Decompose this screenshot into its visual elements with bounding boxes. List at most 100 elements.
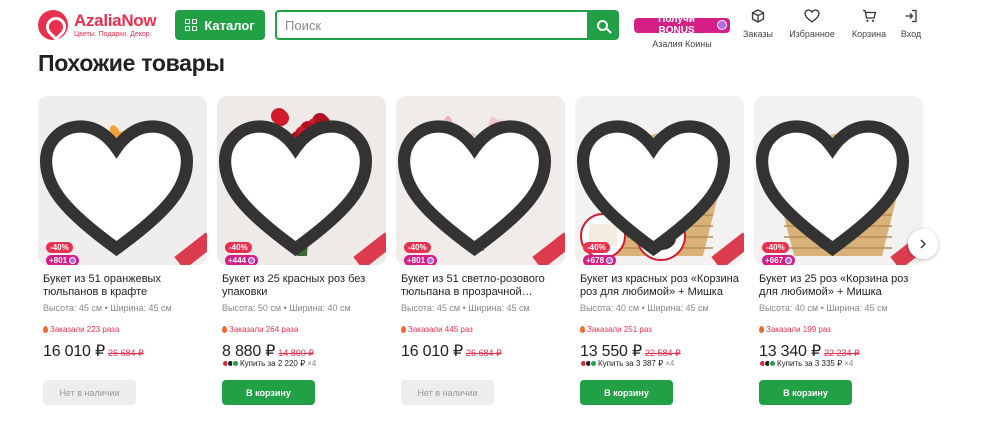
- installment-info[interactable]: Купить за 3 335 ₽ ×4: [759, 359, 853, 368]
- product-dimensions: Высота: 50 см • Ширина: 40 см: [222, 303, 351, 313]
- out-of-stock-button[interactable]: Нет в наличии: [43, 380, 136, 405]
- orders-count: Заказали 264 раза: [222, 325, 298, 334]
- heart-icon[interactable]: [217, 103, 380, 265]
- current-price: 16 010 ₽: [43, 343, 105, 360]
- discount-badge: -40%: [46, 242, 73, 253]
- nav-cart-label: Корзина: [851, 29, 887, 39]
- payment-logos-icon: [580, 360, 597, 367]
- grid-icon: [185, 19, 198, 31]
- bonus-link[interactable]: Получи BONUS Азалия Коины: [634, 9, 730, 49]
- installment-info[interactable]: Купить за 3 387 ₽ ×4: [580, 359, 674, 368]
- product-image-wrap[interactable]: -40% +667: [754, 96, 923, 265]
- current-price: 13 550 ₽: [580, 343, 642, 360]
- bonus-value: +801: [49, 256, 68, 265]
- section-title: Похожие товары: [38, 50, 225, 76]
- bonus-value: +444: [228, 256, 247, 265]
- nav-favorites[interactable]: Избранное: [784, 9, 840, 39]
- nav-orders[interactable]: Заказы: [738, 9, 778, 39]
- add-to-cart-button[interactable]: В корзину: [580, 380, 673, 405]
- carousel-next-button[interactable]: [908, 229, 938, 259]
- product-dimensions: Высота: 40 см • Ширина: 45 см: [580, 303, 709, 313]
- product-image-wrap[interactable]: -40% +444: [217, 96, 386, 265]
- bonus-badge: +801: [46, 255, 80, 265]
- login-icon: [905, 9, 917, 23]
- price-block: 13 550 ₽22 584 ₽: [580, 341, 681, 361]
- add-to-cart-button[interactable]: В корзину: [222, 380, 315, 405]
- coin-icon: [69, 257, 77, 264]
- box-icon: [751, 9, 765, 23]
- logo[interactable]: AzaliaNow Цветы. Подарки. Декор.: [38, 10, 157, 40]
- coin-icon: [717, 20, 727, 30]
- product-title[interactable]: Букет из 51 оранжевых тюльпанов в крафте: [43, 273, 205, 299]
- discount-badge: -40%: [583, 242, 610, 253]
- cart-icon: [862, 9, 876, 22]
- coin-icon: [606, 257, 614, 264]
- coin-icon: [427, 257, 435, 264]
- orders-count: Заказали 445 раз: [401, 325, 473, 334]
- logo-tagline: Цветы. Подарки. Декор.: [74, 31, 152, 38]
- bonus-badge: +667: [762, 255, 796, 265]
- installment-text: Купить за 3 387 ₽: [598, 359, 664, 368]
- orders-count: Заказали 223 раза: [43, 325, 119, 334]
- add-to-cart-button[interactable]: В корзину: [759, 380, 852, 405]
- product-card[interactable]: -40% +444 Букет из 25 красных роз без упак…: [217, 96, 386, 416]
- orders-count: Заказали 251 раз: [580, 325, 652, 334]
- search-button[interactable]: [587, 12, 617, 38]
- payment-logos-icon: [759, 360, 776, 367]
- product-title[interactable]: Букет из красных роз «Корзина роз для лю…: [580, 273, 742, 299]
- nav-favorites-label: Избранное: [789, 29, 835, 39]
- heart-icon[interactable]: [575, 103, 738, 265]
- product-title[interactable]: Букет из 25 роз «Корзина роз для любимой…: [759, 273, 921, 299]
- flame-icon: [401, 326, 406, 333]
- coin-icon: [785, 257, 793, 264]
- discount-badge: -40%: [762, 242, 789, 253]
- price-block: 16 010 ₽26 684 ₽: [401, 341, 502, 361]
- product-card[interactable]: -40% +801 Букет из 51 оранжевых тюльпанов …: [38, 96, 207, 416]
- installment-text: Купить за 2 220 ₽: [240, 359, 306, 368]
- bonus-value: +667: [765, 256, 784, 265]
- search-input[interactable]: [277, 12, 587, 38]
- heart-icon: [804, 9, 820, 23]
- catalog-label: Каталог: [204, 17, 255, 33]
- heart-icon[interactable]: [396, 103, 559, 265]
- price-block: 8 880 ₽14 800 ₽: [222, 341, 314, 361]
- product-image-wrap[interactable]: -40% +801: [396, 96, 565, 265]
- site-header: AzaliaNow Цветы. Подарки. Декор. Каталог…: [0, 0, 1000, 50]
- heart-icon[interactable]: [38, 103, 201, 265]
- chevron-right-icon: [920, 239, 926, 249]
- bonus-badge: +801: [404, 255, 438, 265]
- product-card[interactable]: -40% +678 Букет из красных роз «Корзина ро…: [575, 96, 744, 416]
- search-icon: [596, 19, 608, 31]
- flame-icon: [759, 326, 764, 333]
- heart-icon[interactable]: [754, 103, 917, 265]
- product-dimensions: Высота: 45 см • Ширина: 45 см: [43, 303, 172, 313]
- flame-icon: [43, 326, 48, 333]
- product-title[interactable]: Букет из 51 светло-розового тюльпана в п…: [401, 273, 563, 299]
- nav-login[interactable]: Вход: [896, 9, 926, 39]
- orders-count-text: Заказали 264 раза: [229, 325, 299, 334]
- product-card[interactable]: -40% +667 Букет из 25 роз «Корзина роз для…: [754, 96, 923, 416]
- orders-count-text: Заказали 445 раз: [408, 325, 473, 334]
- installment-info[interactable]: Купить за 2 220 ₽ ×4: [222, 359, 316, 368]
- logo-name: AzaliaNow: [74, 11, 157, 30]
- flame-icon: [222, 326, 227, 333]
- bonus-value: +801: [407, 256, 426, 265]
- product-image-wrap[interactable]: -40% +801: [38, 96, 207, 265]
- current-price: 16 010 ₽: [401, 343, 463, 360]
- installment-multiplier: ×4: [844, 359, 854, 368]
- discount-badge: -40%: [225, 242, 252, 253]
- out-of-stock-button[interactable]: Нет в наличии: [401, 380, 494, 405]
- product-image-wrap[interactable]: -40% +678: [575, 96, 744, 265]
- bonus-label: Азалия Коины: [652, 38, 712, 49]
- bonus-pill: Получи BONUS: [634, 14, 730, 36]
- product-title[interactable]: Букет из 25 красных роз без упаковки: [222, 273, 384, 299]
- installment-multiplier: ×4: [665, 359, 675, 368]
- product-dimensions: Высота: 40 см • Ширина: 45 см: [759, 303, 888, 313]
- product-card[interactable]: -40% +801 Букет из 51 светло-розового тюль…: [396, 96, 565, 416]
- nav-cart[interactable]: Корзина: [846, 9, 892, 39]
- catalog-button[interactable]: Каталог: [175, 10, 265, 40]
- bonus-badge: +444: [225, 255, 259, 265]
- logo-icon: [38, 10, 68, 40]
- nav-orders-label: Заказы: [742, 29, 774, 39]
- orders-count-text: Заказали 251 раз: [587, 325, 652, 334]
